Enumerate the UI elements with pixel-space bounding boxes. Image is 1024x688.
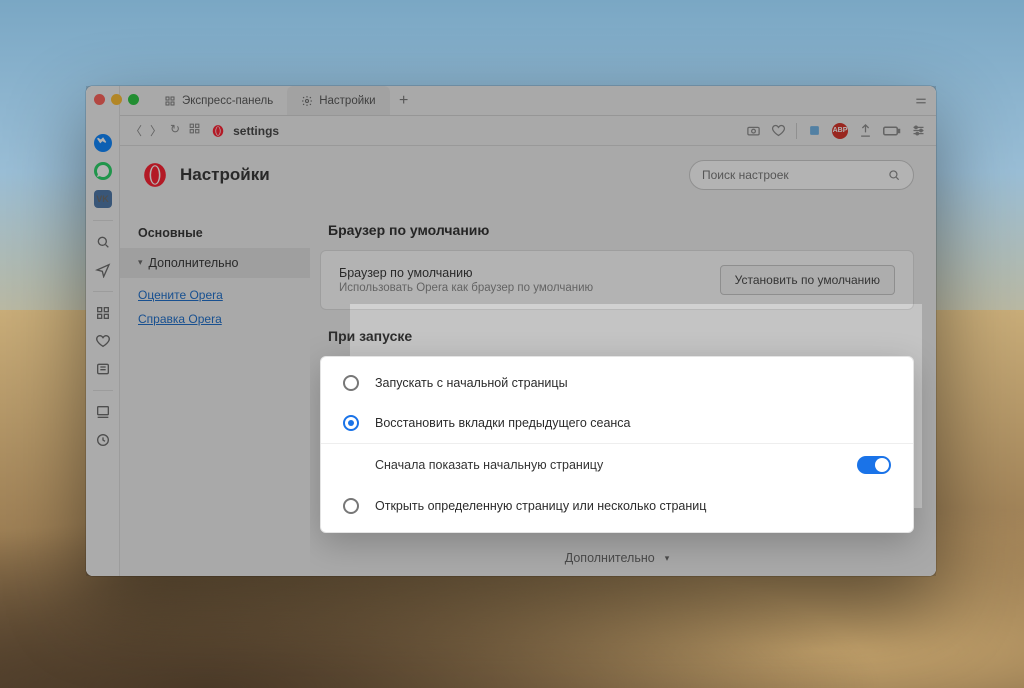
grid-icon[interactable]	[94, 304, 112, 322]
minimize-window-button[interactable]	[111, 94, 122, 105]
settings-header: Настройки	[120, 146, 936, 204]
sidebar-separator	[93, 291, 113, 292]
startup-option-restore-tabs[interactable]: Восстановить вкладки предыдущего сеанса	[321, 403, 913, 443]
history-icon[interactable]	[94, 431, 112, 449]
section-heading-default: Браузер по умолчанию	[328, 222, 914, 238]
back-button[interactable]: 〈	[130, 122, 142, 139]
speed-dial-button[interactable]	[188, 122, 201, 139]
share-icon[interactable]	[858, 123, 873, 138]
snapshot-icon[interactable]	[746, 123, 761, 138]
browser-window: VK Экспресс-панель Настройки +	[86, 86, 936, 576]
heart-icon[interactable]	[771, 123, 786, 138]
set-default-button[interactable]: Установить по умолчанию	[720, 265, 895, 295]
opera-icon	[211, 124, 225, 138]
chevron-down-icon: ▾	[665, 553, 670, 564]
startup-sub-show-start-first: Сначала показать начальную страницу	[321, 443, 913, 486]
opera-logo-icon	[142, 162, 168, 188]
tabs-menu-icon[interactable]	[914, 86, 928, 115]
reload-button[interactable]: ↻	[170, 122, 180, 139]
tab-strip: Экспресс-панель Настройки +	[120, 86, 936, 116]
startup-section: При запуске Запускать с начальной страни…	[320, 328, 914, 533]
sidebar-item-basic[interactable]: Основные	[120, 218, 310, 248]
tab-speed-dial[interactable]: Экспресс-панель	[150, 86, 287, 115]
grid-icon	[164, 95, 176, 107]
settings-body: Основные Дополнительно Оцените Opera Спр…	[120, 204, 936, 576]
default-browser-subtitle: Использовать Opera как браузер по умолча…	[339, 282, 706, 294]
adblock-icon[interactable]: ABP	[832, 123, 848, 139]
settings-content: Браузер по умолчанию Браузер по умолчани…	[310, 204, 936, 576]
gallery-icon[interactable]	[94, 403, 112, 421]
tab-label: Настройки	[319, 95, 375, 107]
page-title: Настройки	[180, 165, 270, 185]
forward-button[interactable]: 〉	[150, 122, 162, 139]
address-text: settings	[233, 124, 279, 138]
sidebar-separator	[93, 220, 113, 221]
search-input[interactable]	[702, 168, 879, 182]
address-bar[interactable]: settings	[211, 124, 279, 138]
new-tab-button[interactable]: +	[390, 86, 418, 115]
startup-option-start-page[interactable]: Запускать с начальной страницы	[321, 363, 913, 403]
default-browser-card: Браузер по умолчанию Использовать Opera …	[320, 250, 914, 310]
radio-label: Восстановить вкладки предыдущего сеанса	[375, 416, 631, 430]
whatsapp-icon[interactable]	[94, 162, 112, 180]
rate-opera-link[interactable]: Оцените Opera	[138, 288, 292, 302]
search-icon[interactable]	[94, 233, 112, 251]
radio-label: Открыть определенную страницу или нескол…	[375, 499, 706, 513]
sidebar-item-label: Дополнительно	[149, 256, 239, 270]
sidebar-item-advanced[interactable]: Дополнительно	[120, 248, 310, 278]
radio-icon	[343, 375, 359, 391]
radio-label: Запускать с начальной страницы	[375, 376, 568, 390]
section-heading-startup: При запуске	[328, 328, 914, 344]
window-controls	[94, 94, 139, 105]
messenger-icon[interactable]	[94, 134, 112, 152]
help-opera-link[interactable]: Справка Opera	[138, 312, 292, 326]
radio-icon	[343, 415, 359, 431]
search-icon	[887, 168, 901, 182]
default-browser-title: Браузер по умолчанию	[339, 266, 706, 280]
easy-setup-icon[interactable]	[911, 123, 926, 138]
send-icon[interactable]	[94, 261, 112, 279]
more-label: Дополнительно	[565, 551, 655, 565]
sub-label: Сначала показать начальную страницу	[375, 458, 845, 472]
tab-settings[interactable]: Настройки	[287, 86, 389, 115]
radio-icon	[343, 498, 359, 514]
close-window-button[interactable]	[94, 94, 105, 105]
main-area: Экспресс-панель Настройки + 〈 〉 ↻ settin…	[120, 86, 936, 576]
gear-icon	[301, 95, 313, 107]
activity-sidebar: VK	[86, 86, 120, 576]
startup-option-specific-pages[interactable]: Открыть определенную страницу или нескол…	[321, 486, 913, 526]
maximize-window-button[interactable]	[128, 94, 139, 105]
extension-icon[interactable]	[807, 123, 822, 138]
nav-toolbar: 〈 〉 ↻ settings ABP	[120, 116, 936, 146]
separator	[796, 123, 797, 139]
news-icon[interactable]	[94, 360, 112, 378]
sidebar-separator	[93, 390, 113, 391]
settings-sidebar: Основные Дополнительно Оцените Opera Спр…	[120, 204, 310, 576]
battery-icon[interactable]	[883, 125, 901, 137]
toggle-switch[interactable]	[857, 456, 891, 474]
startup-card: Запускать с начальной страницы Восстанов…	[320, 356, 914, 533]
vk-icon[interactable]: VK	[94, 190, 112, 208]
sidebar-links: Оцените Opera Справка Opera	[120, 278, 310, 336]
heart-icon[interactable]	[94, 332, 112, 350]
more-settings-toggle[interactable]: Дополнительно ▾	[320, 551, 914, 565]
settings-search[interactable]	[689, 160, 914, 190]
tab-label: Экспресс-панель	[182, 95, 273, 107]
